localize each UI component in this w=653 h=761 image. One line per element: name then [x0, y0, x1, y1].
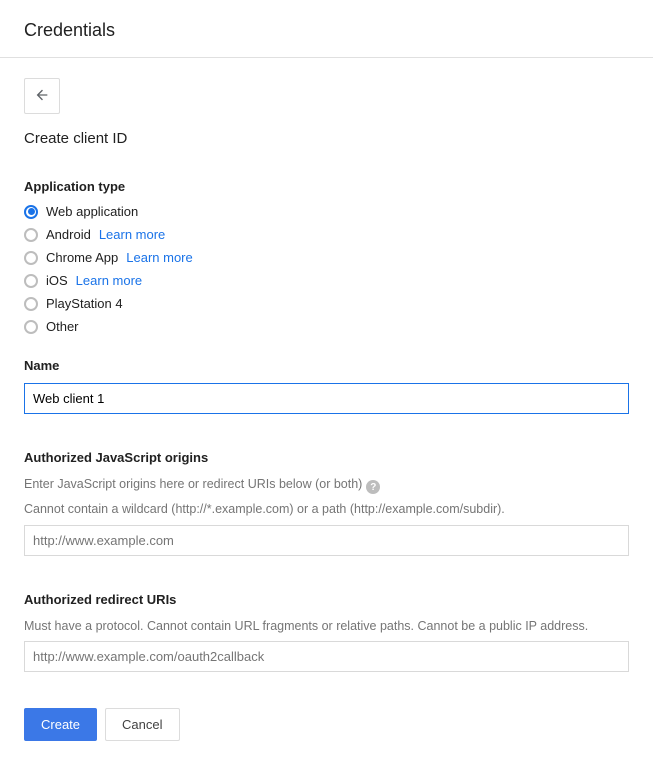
radio-icon: [24, 274, 38, 288]
js-origins-help1: Enter JavaScript origins here or redirec…: [24, 475, 362, 494]
help-icon[interactable]: ?: [366, 480, 380, 494]
name-input[interactable]: [24, 383, 629, 414]
radio-other[interactable]: Other: [24, 319, 629, 334]
learn-more-link[interactable]: Learn more: [126, 250, 192, 265]
subtitle: Create client ID: [24, 130, 629, 147]
js-origins-input[interactable]: [24, 525, 629, 556]
radio-label: Chrome App: [46, 250, 118, 265]
js-origins-help2: Cannot contain a wildcard (http://*.exam…: [24, 500, 629, 519]
radio-label: Web application: [46, 204, 138, 219]
radio-label: Android: [46, 227, 91, 242]
radio-ios[interactable]: iOS Learn more: [24, 273, 629, 288]
radio-web-application[interactable]: Web application: [24, 204, 629, 219]
create-button[interactable]: Create: [24, 708, 97, 741]
js-origins-label: Authorized JavaScript origins: [24, 450, 629, 465]
radio-label: iOS: [46, 273, 68, 288]
radio-chrome-app[interactable]: Chrome App Learn more: [24, 250, 629, 265]
cancel-button[interactable]: Cancel: [105, 708, 179, 741]
radio-playstation4[interactable]: PlayStation 4: [24, 296, 629, 311]
radio-icon: [24, 251, 38, 265]
redirect-uris-help1: Must have a protocol. Cannot contain URL…: [24, 617, 629, 636]
radio-icon: [24, 297, 38, 311]
radio-label: Other: [46, 319, 79, 334]
learn-more-link[interactable]: Learn more: [99, 227, 165, 242]
radio-icon: [24, 228, 38, 242]
redirect-uris-input[interactable]: [24, 641, 629, 672]
back-button[interactable]: [24, 78, 60, 114]
back-arrow-icon: [34, 87, 50, 106]
radio-label: PlayStation 4: [46, 296, 123, 311]
radio-icon: [24, 205, 38, 219]
page-title: Credentials: [24, 20, 629, 41]
application-type-label: Application type: [24, 179, 629, 194]
radio-android[interactable]: Android Learn more: [24, 227, 629, 242]
name-label: Name: [24, 358, 629, 373]
radio-icon: [24, 320, 38, 334]
application-type-group: Web application Android Learn more Chrom…: [24, 204, 629, 334]
redirect-uris-label: Authorized redirect URIs: [24, 592, 629, 607]
learn-more-link[interactable]: Learn more: [76, 273, 142, 288]
